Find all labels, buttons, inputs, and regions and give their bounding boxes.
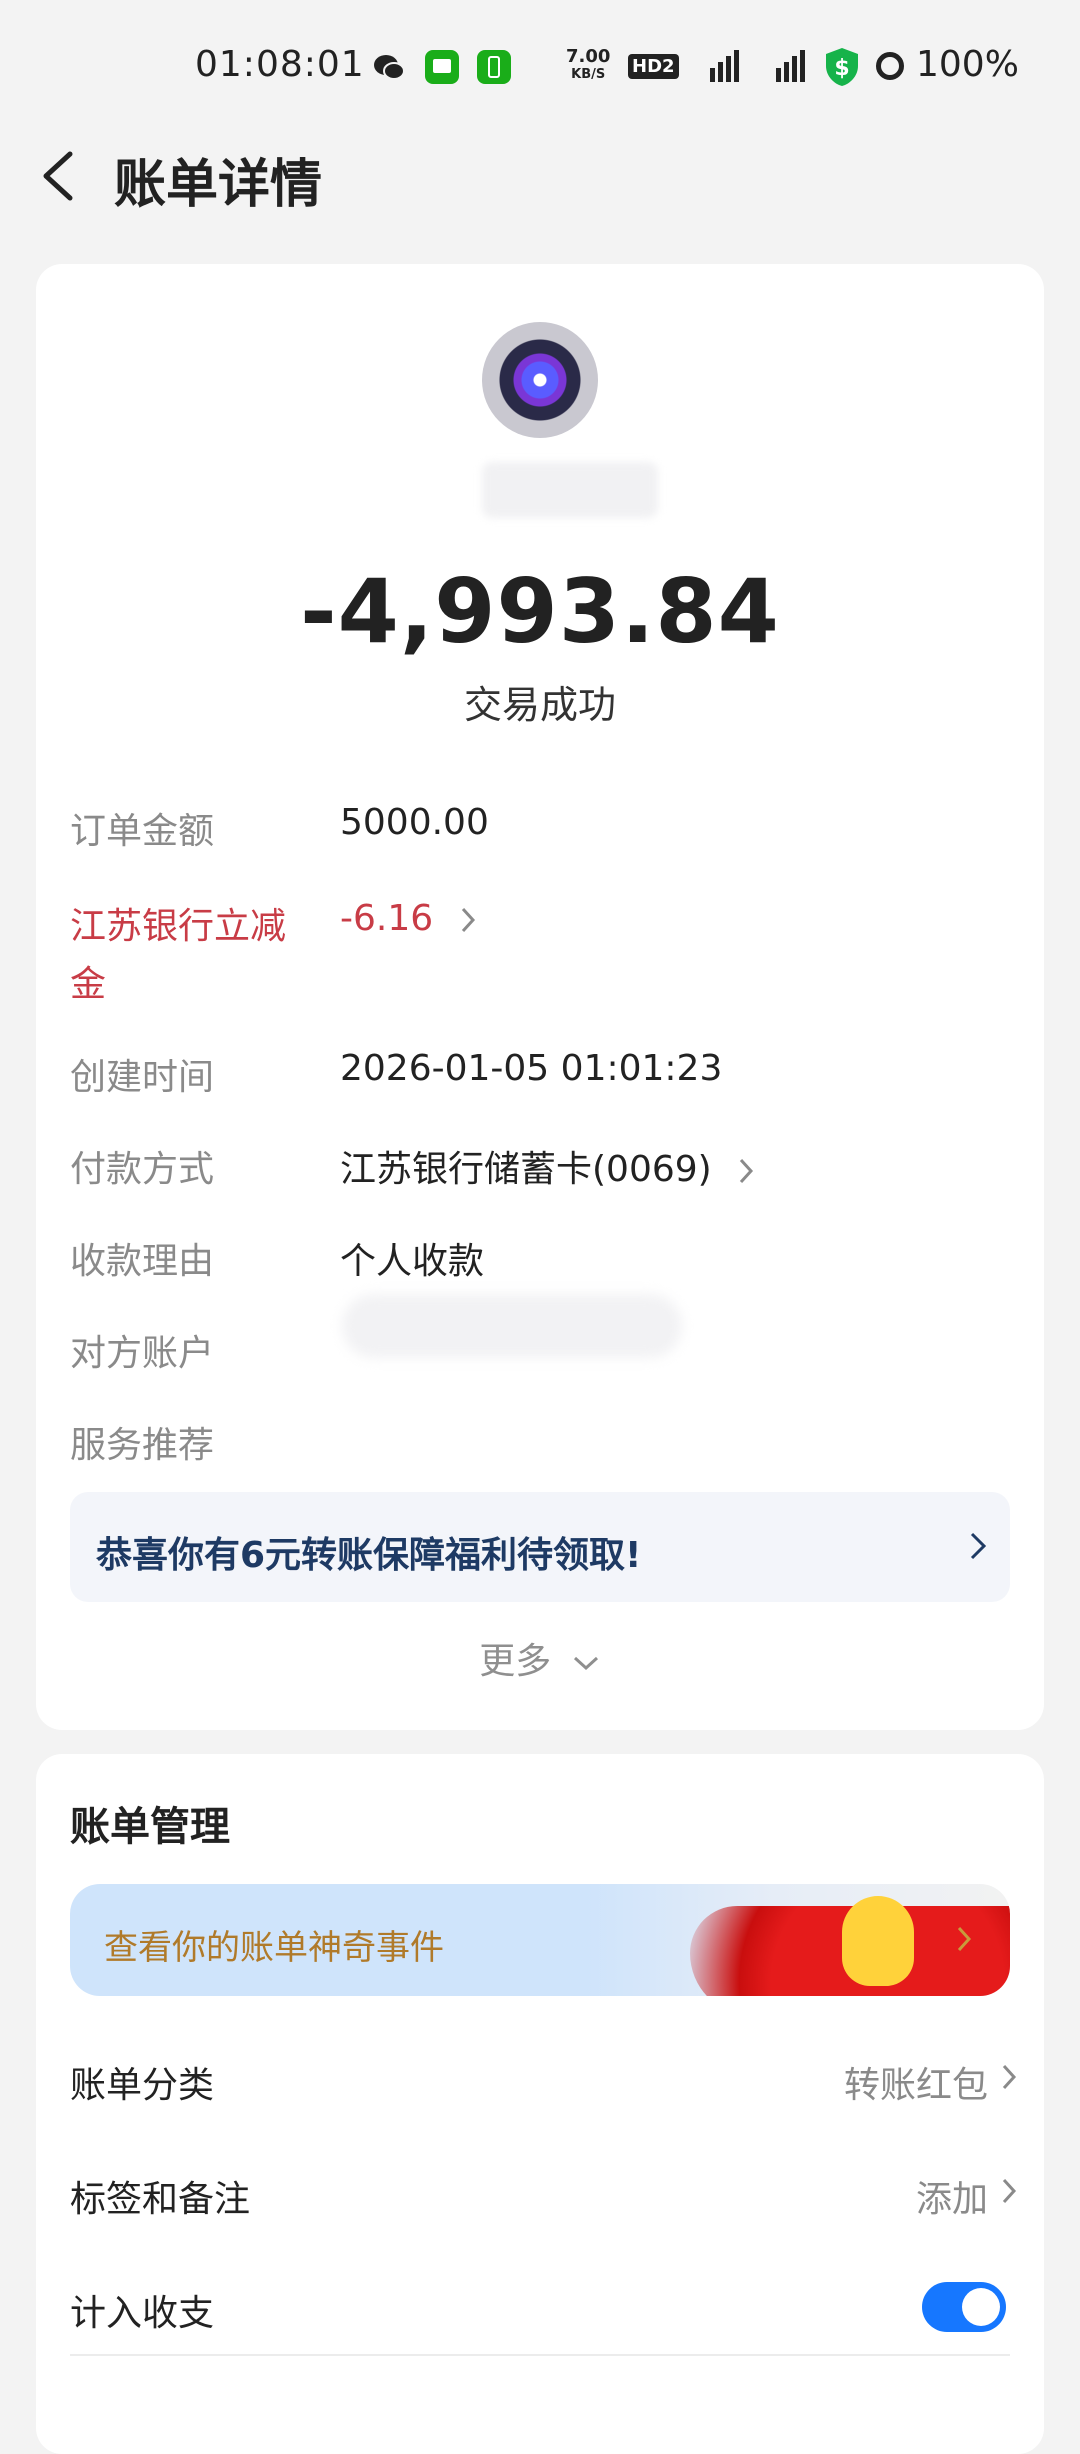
4g-signal-icon [776, 50, 805, 82]
back-button[interactable] [30, 144, 94, 208]
tags-notes-value: 添加 [915, 2179, 988, 2220]
hd-voice-icon: HD2 [628, 54, 679, 79]
order-amount-label: 订单金额 [70, 811, 215, 852]
payment-reason-label: 收款理由 [70, 1241, 215, 1282]
chevron-right-icon [957, 1926, 972, 1952]
duck-mascot-icon [842, 1896, 914, 1986]
svg-text:$: $ [834, 56, 849, 81]
transaction-status: 交易成功 [463, 683, 616, 727]
discount-label: 江苏银行立减金 [70, 906, 287, 1005]
chevron-down-icon [573, 1656, 598, 1671]
divider [70, 2354, 1010, 2356]
section-title: 账单管理 [70, 1804, 230, 1850]
chevron-left-icon [43, 151, 73, 201]
include-income-expense-label: 计入收支 [70, 2293, 215, 2334]
tags-notes-label: 标签和备注 [70, 2179, 251, 2220]
payment-reason-value: 个人收款 [340, 1241, 485, 1282]
include-income-expense-toggle[interactable] [922, 2282, 1006, 2332]
counterparty-account-redacted [342, 1294, 682, 1358]
status-bar: 01:08:01 7.00 KB/S HD2 $ 100% [0, 0, 1080, 130]
more-button[interactable]: 更多 [36, 1632, 1044, 1684]
avatar[interactable] [482, 322, 598, 438]
battery-percent: 100% [916, 44, 1019, 85]
page-title: 账单详情 [114, 155, 323, 215]
payment-method-label: 付款方式 [70, 1149, 215, 1190]
transaction-amount: -4,993.84 [300, 560, 780, 663]
toggle-knob [962, 2288, 1000, 2326]
chevron-right-icon [1002, 2178, 1017, 2204]
payment-method-value[interactable]: 江苏银行储蓄卡(0069) [340, 1140, 757, 1192]
payment-method-text: 江苏银行储蓄卡(0069) [340, 1149, 712, 1190]
discount-amount: -6.16 [340, 898, 434, 939]
chevron-right-icon [1002, 2064, 1017, 2090]
status-time: 01:08:01 [195, 44, 365, 85]
created-time-value: 2026-01-05 01:01:23 [340, 1048, 723, 1089]
chevron-right-icon [461, 907, 475, 933]
discount-value[interactable]: -6.16 [340, 898, 479, 939]
security-shield-icon: $ [826, 48, 858, 86]
counterparty-account-label: 对方账户 [70, 1333, 215, 1374]
bill-category-label: 账单分类 [70, 2065, 215, 2106]
more-label: 更多 [479, 1641, 552, 1682]
bill-events-banner[interactable]: 查看你的账单神奇事件 [70, 1884, 1010, 1996]
transaction-card: -4,993.84 交易成功 订单金额 5000.00 江苏银行立减金 -6.1… [36, 264, 1044, 1730]
order-amount-value: 5000.00 [340, 802, 489, 843]
page-header: 账单详情 [0, 130, 1080, 230]
banner-text: 查看你的账单神奇事件 [104, 1928, 444, 1968]
wechat-icon [372, 50, 406, 84]
chevron-right-icon [970, 1532, 987, 1560]
5g-signal-icon [710, 50, 739, 82]
service-recommend-label: 服务推荐 [70, 1425, 215, 1466]
chevron-right-icon [740, 1158, 754, 1184]
bill-management-card: 账单管理 查看你的账单神奇事件 账单分类 转账红包 标签和备注 添加 计入收支 [36, 1754, 1044, 2454]
battery-ring-icon [876, 52, 904, 80]
created-time-label: 创建时间 [70, 1057, 215, 1098]
battery-saver-icon [477, 50, 511, 84]
message-notification-icon [425, 50, 459, 84]
payee-name-redacted [482, 462, 658, 518]
promo-banner[interactable]: 恭喜你有6元转账保障福利待领取! [70, 1492, 1010, 1602]
promo-text: 恭喜你有6元转账保障福利待领取! [96, 1535, 642, 1576]
network-speed: 7.00 KB/S [566, 46, 611, 83]
bill-category-value: 转账红包 [843, 2065, 988, 2106]
